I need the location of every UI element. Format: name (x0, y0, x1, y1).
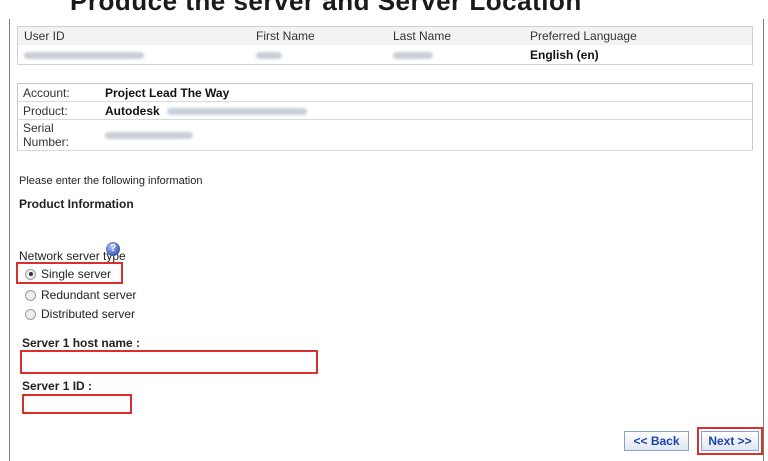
radio-label: Distributed server (41, 307, 136, 321)
radio-checked-icon[interactable] (25, 268, 36, 280)
next-button[interactable]: Next >> (701, 431, 759, 451)
server-id-label: Server 1 ID : (22, 379, 93, 393)
section-title: Product Information (19, 197, 134, 211)
first-name-header: First Name (250, 26, 387, 45)
product-value: Autodesk (105, 103, 160, 118)
redacted-serial-number (105, 132, 193, 140)
table-row: Product: Autodesk (17, 101, 753, 120)
server-id-input[interactable] (22, 394, 132, 414)
user-table: User ID First Name Last Name Preferred L… (17, 26, 753, 65)
help-icon[interactable]: ? (106, 242, 120, 256)
radio-redundant-server[interactable]: Redundant server (25, 288, 136, 302)
back-button[interactable]: << Back (624, 431, 689, 451)
user-id-header: User ID (17, 26, 250, 45)
radio-unchecked-icon[interactable] (25, 289, 36, 301)
table-row: Serial Number: (17, 119, 753, 151)
intro-text: Please enter the following information (19, 175, 203, 187)
page-heading-cut: Produce the server and Server Location (70, 0, 582, 16)
radio-label: Redundant server (41, 288, 137, 302)
server-host-name-label: Server 1 host name : (22, 336, 141, 350)
first-name-cell (250, 45, 387, 65)
redacted-first-name (256, 51, 282, 59)
redacted-user-id (24, 51, 144, 59)
account-table: Account: Project Lead The Way Product: A… (17, 83, 753, 151)
user-id-cell (17, 45, 250, 65)
table-row: English (en) (17, 45, 753, 65)
redacted-product-name (167, 107, 308, 115)
table-row: Account: Project Lead The Way (17, 83, 753, 102)
account-value: Project Lead The Way (100, 83, 753, 102)
product-value-cell: Autodesk (100, 101, 753, 120)
last-name-cell (387, 45, 524, 65)
product-label: Product: (17, 101, 100, 120)
radio-single-server[interactable]: Single server (25, 267, 111, 281)
server-host-name-input[interactable] (20, 350, 318, 374)
account-label: Account: (17, 83, 100, 102)
preferred-language-cell: English (en) (524, 45, 753, 65)
last-name-header: Last Name (387, 26, 524, 45)
preferred-language-header: Preferred Language (524, 26, 753, 45)
radio-label: Single server (41, 267, 112, 281)
serial-value-cell (100, 119, 753, 151)
user-table-header-row: User ID First Name Last Name Preferred L… (17, 26, 753, 45)
serial-label: Serial Number: (17, 119, 100, 151)
radio-unchecked-icon[interactable] (25, 308, 36, 320)
radio-distributed-server[interactable]: Distributed server (25, 307, 135, 321)
redacted-last-name (393, 51, 433, 59)
